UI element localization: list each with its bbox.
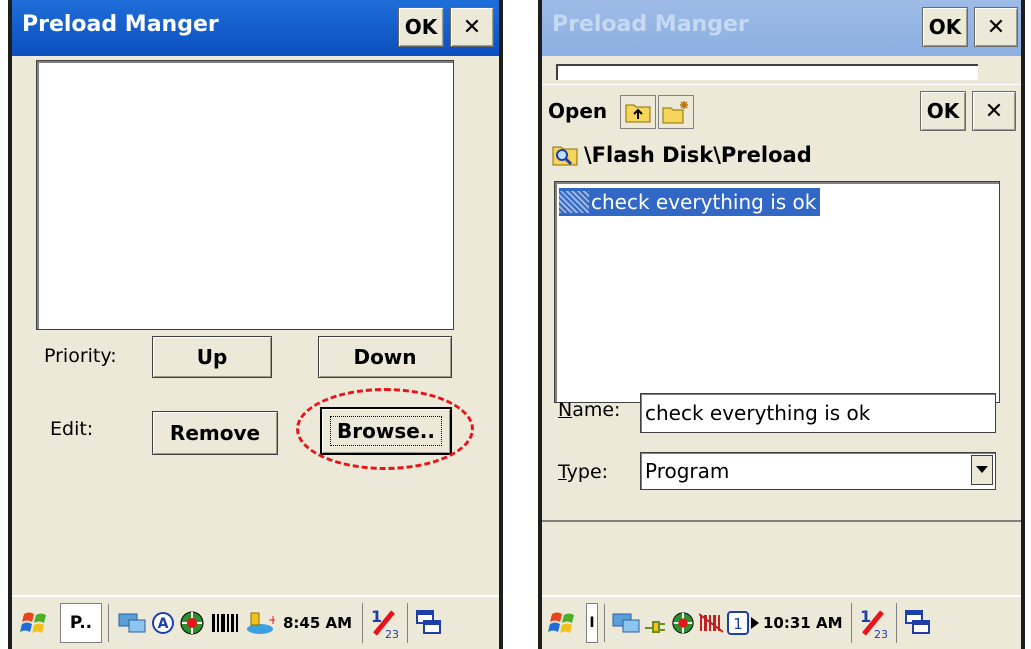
input-mode-icon[interactable]: A xyxy=(151,611,175,635)
start-button[interactable] xyxy=(12,604,60,642)
down-button[interactable]: Down xyxy=(318,336,452,378)
keypad-mode-icon[interactable]: 1 xyxy=(727,611,749,635)
close-button-inactive[interactable]: ✕ xyxy=(974,7,1018,47)
title-bar: Preload Manger OK ✕ xyxy=(12,0,503,56)
ok-button-inactive[interactable]: OK xyxy=(922,7,968,47)
start-button[interactable] xyxy=(542,604,586,642)
app-taskbar-button[interactable]: I xyxy=(586,603,598,643)
dialog-bottom-divider xyxy=(542,520,1025,522)
dialog-title: Open xyxy=(548,99,608,123)
new-folder-icon[interactable] xyxy=(658,95,694,129)
type-label-hotkey: T xyxy=(558,461,567,483)
name-label-hotkey: N xyxy=(558,399,573,421)
input-panel-icon[interactable]: 1 23 xyxy=(362,603,399,643)
clock[interactable]: 8:45 AM xyxy=(283,614,352,632)
type-select[interactable]: Program xyxy=(640,452,996,490)
window-switcher-icon[interactable] xyxy=(407,603,442,643)
type-label: Type: xyxy=(558,461,608,483)
current-path: \Flash Disk\Preload xyxy=(584,143,812,167)
type-select-value: Program xyxy=(645,459,730,483)
program-file-icon xyxy=(559,191,589,213)
app-taskbar-button[interactable]: P.. xyxy=(60,603,102,643)
taskbar: I 1 10:31 AM 1 23 xyxy=(542,595,1025,649)
name-label-text: ame: xyxy=(572,399,621,421)
taskbar-divider xyxy=(604,604,609,642)
taskbar: P.. A + 8:45 AM 1 23 xyxy=(12,595,503,649)
caret-right-icon[interactable] xyxy=(751,617,759,629)
svg-text:1: 1 xyxy=(371,607,382,626)
svg-text:1: 1 xyxy=(860,607,871,626)
window-title: Preload Manger xyxy=(22,12,219,37)
search-folder-icon xyxy=(552,143,578,167)
sync-icon[interactable]: + xyxy=(245,610,275,636)
preload-manager-window: Preload Manger OK ✕ Priority: Up Down Ed… xyxy=(8,0,503,649)
window-edge xyxy=(499,0,503,649)
list-item[interactable]: check everything is ok xyxy=(559,188,821,216)
preload-list[interactable] xyxy=(36,60,454,330)
network-icon[interactable] xyxy=(611,610,641,636)
name-input[interactable]: check everything is ok xyxy=(640,393,996,433)
svg-text:A: A xyxy=(158,616,169,632)
priority-label: Priority: xyxy=(44,345,117,367)
file-list[interactable]: check everything is ok xyxy=(554,181,1000,403)
wireless-icon[interactable] xyxy=(179,610,205,636)
close-button[interactable]: ✕ xyxy=(450,7,494,47)
window-switcher-icon[interactable] xyxy=(895,603,931,643)
chevron-down-icon[interactable] xyxy=(971,455,993,485)
dialog-close-button[interactable]: ✕ xyxy=(972,91,1016,131)
taskbar-divider xyxy=(108,604,115,642)
svg-text:23: 23 xyxy=(874,628,888,640)
windows-flag-icon xyxy=(20,612,46,633)
edit-label: Edit: xyxy=(50,418,94,440)
window-edge xyxy=(1021,0,1025,649)
close-icon: ✕ xyxy=(984,98,1004,124)
barcode-icon[interactable] xyxy=(211,612,239,634)
barcode-off-icon[interactable] xyxy=(699,612,723,634)
type-label-text: ype: xyxy=(566,461,609,483)
remove-button[interactable]: Remove xyxy=(152,411,278,455)
close-icon: ✕ xyxy=(986,14,1006,40)
close-icon: ✕ xyxy=(462,14,482,40)
wireless-icon[interactable] xyxy=(671,611,695,635)
open-dialog: Open OK ✕ \Flash Disk\Preload check ever… xyxy=(542,84,1025,535)
network-icon[interactable] xyxy=(117,610,147,636)
windows-flag-icon xyxy=(548,612,574,633)
dialog-ok-button[interactable]: OK xyxy=(920,91,966,131)
svg-text:+: + xyxy=(268,613,275,627)
power-plug-icon[interactable] xyxy=(643,610,669,636)
window-edge xyxy=(8,0,12,649)
up-folder-icon[interactable] xyxy=(620,95,656,129)
title-bar-inactive: Preload Manger OK ✕ xyxy=(542,0,1025,56)
open-dialog-window: Preload Manger OK ✕ Open OK ✕ \Flash Dis… xyxy=(538,0,1025,649)
background-list-edge xyxy=(556,64,978,80)
file-name: check everything is ok xyxy=(591,190,817,214)
input-panel-icon[interactable]: 1 23 xyxy=(850,603,888,643)
svg-text:1: 1 xyxy=(733,615,743,633)
highlight-annotation xyxy=(296,388,474,470)
svg-text:23: 23 xyxy=(385,628,399,640)
ok-button[interactable]: OK xyxy=(398,7,444,47)
window-title: Preload Manger xyxy=(552,12,749,37)
name-label: Name: xyxy=(558,399,620,421)
clock[interactable]: 10:31 AM xyxy=(763,614,843,632)
up-button[interactable]: Up xyxy=(152,336,272,378)
